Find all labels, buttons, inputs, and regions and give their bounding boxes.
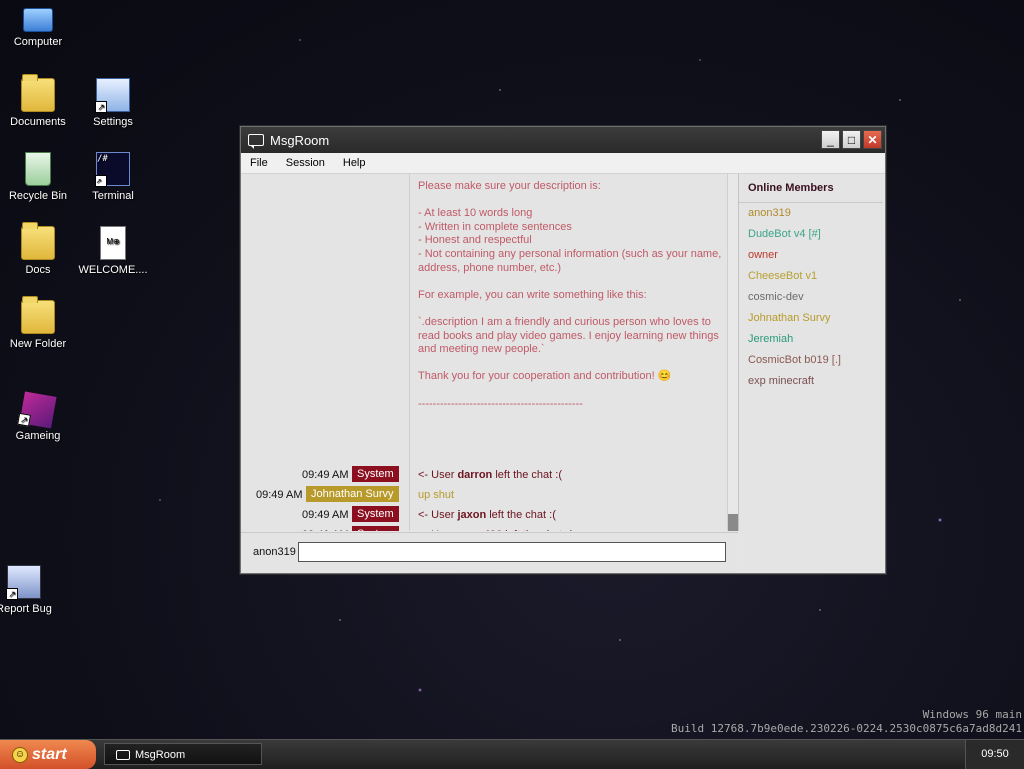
message-text: <- User darron left the chat :( xyxy=(418,469,562,481)
desktop-icon-label: Settings xyxy=(93,116,133,128)
online-members-panel: Online Members anon319 DudeBot v4 [#] owne… xyxy=(739,174,883,571)
taskbar: ☺ start MsgRoom 09:50 xyxy=(0,739,1024,769)
desktop-icon-label: Computer xyxy=(13,36,63,48)
message-prefix: <- User xyxy=(418,509,458,521)
online-members-heading: Online Members xyxy=(739,174,883,203)
message-text: up shut xyxy=(418,489,454,501)
menu-bar: File Session Help xyxy=(241,153,885,174)
member-item[interactable]: exp minecraft xyxy=(739,371,883,392)
close-button[interactable]: ✕ xyxy=(863,130,882,149)
menu-session[interactable]: Session xyxy=(277,157,334,169)
documents-folder-icon xyxy=(21,74,55,112)
message-body: left the chat :( xyxy=(502,529,572,531)
markdown-file-icon: M⊕ xyxy=(100,226,126,260)
chat-bubble-icon xyxy=(116,750,130,760)
message-input-row: anon319 xyxy=(241,532,738,573)
start-label: start xyxy=(32,746,67,763)
settings-icon xyxy=(95,78,130,113)
new-folder-icon xyxy=(21,296,55,334)
desktop-icon-label: Docs xyxy=(25,264,51,276)
message-timestamp: 09:49 AM xyxy=(302,529,348,531)
desktop-icon-welcome[interactable]: M⊕ WELCOME.... xyxy=(71,226,155,276)
chat-message-row: 09:49 AM System <- User anon436 left the c… xyxy=(241,526,738,531)
minimize-button[interactable]: _ xyxy=(821,130,840,149)
chat-scrollbar-thumb[interactable] xyxy=(728,514,738,531)
message-body: up shut xyxy=(418,489,455,501)
desktop-icon-label: Terminal xyxy=(92,190,134,202)
member-item[interactable]: cosmic-dev xyxy=(739,287,883,308)
member-item[interactable]: owner xyxy=(739,245,883,266)
member-item[interactable]: CheeseBot v1 xyxy=(739,266,883,287)
message-text: <- User anon436 left the chat :( xyxy=(418,529,572,531)
chat-scrollbar[interactable] xyxy=(727,174,738,531)
terminal-icon: /# xyxy=(95,152,130,187)
member-item[interactable]: DudeBot v4 [#] xyxy=(739,224,883,245)
desktop-icon-documents[interactable]: Documents xyxy=(0,74,80,128)
message-user-tag[interactable]: Johnathan Survy xyxy=(306,486,399,502)
build-watermark: Windows 96 main Build 12768.7b9e0ede.230… xyxy=(671,708,1022,736)
current-nickname[interactable]: anon319 xyxy=(253,546,296,558)
docs-folder-icon xyxy=(21,222,55,260)
desktop-icon-label: WELCOME.... xyxy=(78,264,148,276)
message-timestamp: 09:49 AM xyxy=(302,469,349,481)
window-title: MsgRoom xyxy=(270,132,330,148)
desktop-icon-new-folder[interactable]: New Folder xyxy=(0,296,80,350)
desktop-icon-label: Recycle Bin xyxy=(8,190,68,202)
system-description-message: Please make sure your description is: - … xyxy=(418,180,722,410)
message-timestamp: 09:49 AM xyxy=(256,489,303,501)
message-body: left the chat :( xyxy=(486,509,556,521)
desktop-icon-settings[interactable]: Settings xyxy=(71,78,155,128)
chat-message-row: 09:49 AM System <- User darron left the ch… xyxy=(241,466,738,486)
desktop-icon-gameing[interactable]: Gameing xyxy=(0,391,80,442)
message-input[interactable] xyxy=(298,542,726,562)
desktop-icon-label: Report Bug xyxy=(0,603,52,615)
message-prefix: <- User xyxy=(418,469,458,481)
message-username: darron xyxy=(457,469,493,481)
computer-icon xyxy=(23,8,53,32)
chat-log[interactable]: Please make sure your description is: - … xyxy=(241,174,739,531)
message-user-tag[interactable]: System xyxy=(352,506,399,522)
desktop-icon-docs[interactable]: Docs xyxy=(0,222,80,276)
desktop-icon-label: Documents xyxy=(10,116,66,128)
message-username: anon436 xyxy=(457,529,502,531)
chat-bubble-icon xyxy=(248,134,264,149)
watermark-line: Build 12768.7b9e0ede.230226-0224.2530c08… xyxy=(671,722,1022,735)
window-titlebar[interactable]: MsgRoom _ □ ✕ xyxy=(241,127,885,153)
desktop-icon-report-bug[interactable]: Report Bug xyxy=(0,565,66,615)
message-timestamp: 09:49 AM xyxy=(302,509,349,521)
desktop-icon-label: Gameing xyxy=(15,430,61,442)
desktop-icon-terminal[interactable]: /# Terminal xyxy=(71,152,155,202)
start-button[interactable]: ☺ start xyxy=(0,740,96,769)
desktop-icon-computer[interactable]: Computer xyxy=(0,4,80,48)
taskbar-item-label: MsgRoom xyxy=(135,749,186,761)
recycle-bin-icon xyxy=(25,152,51,186)
chat-message-row: 09:49 AM Johnathan Survy up shut xyxy=(241,486,738,506)
desktop-icon-label: New Folder xyxy=(9,338,67,350)
message-body: left the chat :( xyxy=(492,469,562,481)
chat-message-row: 09:49 AM System <- User jaxon left the cha… xyxy=(241,506,738,526)
message-user-tag[interactable]: System xyxy=(352,466,399,482)
menu-file[interactable]: File xyxy=(241,157,277,169)
msgroom-window: MsgRoom _ □ ✕ File Session Help Please m… xyxy=(240,126,886,574)
taskbar-item-msgroom[interactable]: MsgRoom xyxy=(104,743,262,765)
maximize-button[interactable]: □ xyxy=(842,130,861,149)
message-user-tag[interactable]: System xyxy=(352,526,399,531)
desktop-icon-recycle-bin[interactable]: Recycle Bin xyxy=(0,152,80,202)
member-item[interactable]: anon319 xyxy=(739,203,883,224)
member-item[interactable]: CosmicBot b019 [.] xyxy=(739,350,883,371)
start-smiley-icon: ☺ xyxy=(12,747,28,763)
message-username: jaxon xyxy=(457,509,487,521)
game-cube-icon xyxy=(19,391,57,429)
member-item[interactable]: Johnathan Survy xyxy=(739,308,883,329)
message-text: <- User jaxon left the chat :( xyxy=(418,509,556,521)
message-prefix: <- User xyxy=(418,529,457,531)
member-item[interactable]: Jeremiah xyxy=(739,329,883,350)
taskbar-clock: 09:50 xyxy=(965,740,1024,769)
report-bug-computer-icon xyxy=(6,565,41,600)
watermark-line: Windows 96 main xyxy=(922,708,1022,721)
menu-help[interactable]: Help xyxy=(334,157,375,169)
